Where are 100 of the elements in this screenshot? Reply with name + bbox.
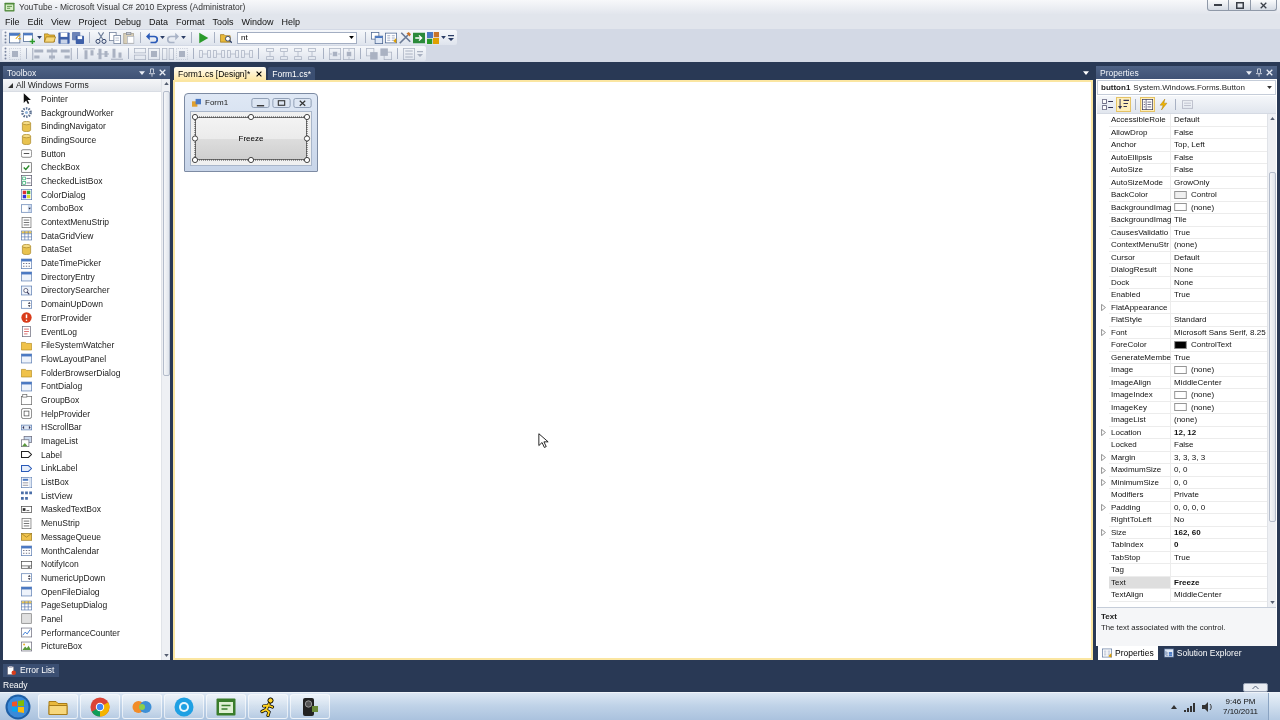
toolbox-item[interactable]: GroupBox xyxy=(3,393,161,407)
caret-down-icon[interactable] xyxy=(37,36,42,39)
property-name[interactable]: BackgroundImag xyxy=(1109,214,1171,227)
scroll-thumb[interactable] xyxy=(1268,172,1276,522)
toolbox-item[interactable]: HelpProvider xyxy=(3,406,161,421)
window-list-icon[interactable] xyxy=(385,31,397,44)
window-plus-icon[interactable] xyxy=(23,31,35,44)
property-name[interactable]: FlatStyle xyxy=(1109,314,1171,327)
speaker-icon[interactable] xyxy=(1202,700,1212,713)
object-selector[interactable]: button1 System.Windows.Forms.Button xyxy=(1097,80,1276,95)
property-name[interactable]: AccessibleRole xyxy=(1109,114,1171,127)
property-name[interactable]: ImageAlign xyxy=(1109,376,1171,389)
toolbar-button[interactable] xyxy=(1140,97,1155,112)
dropdown-caret-icon[interactable] xyxy=(349,36,354,39)
property-name[interactable]: Margin xyxy=(1109,451,1171,464)
property-value[interactable]: (none) xyxy=(1191,401,1215,413)
property-value[interactable]: 0 xyxy=(1174,539,1179,551)
menu-item[interactable]: Help xyxy=(277,16,304,27)
taskbar-button[interactable] xyxy=(290,694,330,719)
panel-tab[interactable]: Solution Explorer xyxy=(1159,646,1246,660)
toolbox-item[interactable]: ImageList xyxy=(3,434,161,448)
toolbar-button[interactable] xyxy=(1100,97,1115,112)
floppy-disks-icon[interactable] xyxy=(72,31,84,44)
toolbox-item[interactable]: MessageQueue xyxy=(3,530,161,544)
property-name[interactable]: BackgroundImag xyxy=(1109,201,1171,214)
property-value[interactable]: Default xyxy=(1174,114,1200,126)
caret-down-icon[interactable] xyxy=(160,36,165,39)
property-name[interactable]: ImageKey xyxy=(1109,401,1171,414)
menu-item[interactable]: Tools xyxy=(208,16,238,27)
property-value[interactable]: Microsoft Sans Serif, 8.25 xyxy=(1174,326,1266,338)
property-name[interactable]: TextAlign xyxy=(1109,589,1171,602)
property-value[interactable]: Default xyxy=(1174,251,1200,263)
find-combobox[interactable]: nt xyxy=(237,31,357,44)
property-value[interactable]: Tile xyxy=(1174,214,1187,226)
toolbox-item[interactable]: Button xyxy=(3,146,161,161)
property-value[interactable]: Standard xyxy=(1174,314,1207,326)
toolbox-item[interactable]: ContextMenuStrip xyxy=(3,215,161,229)
windows-stack-icon[interactable] xyxy=(371,31,383,44)
toolbox-item[interactable]: ErrorProvider xyxy=(3,311,161,325)
document-tab[interactable]: Form1.cs* xyxy=(268,67,315,80)
expand-arrow-icon[interactable] xyxy=(1100,329,1106,337)
property-name[interactable]: Image xyxy=(1109,364,1171,377)
toolbox-item[interactable]: MaskedTextBox xyxy=(3,502,161,517)
toolbox-item[interactable]: HScrollBar xyxy=(3,420,161,435)
error-list-tab[interactable]: Error List xyxy=(3,663,60,677)
property-value[interactable]: True xyxy=(1174,351,1191,363)
toolbox-item[interactable]: ComboBox xyxy=(3,201,161,216)
maximize-button[interactable] xyxy=(1229,0,1251,11)
property-name[interactable]: Anchor xyxy=(1109,139,1171,152)
property-value[interactable]: False xyxy=(1174,164,1194,176)
property-name[interactable]: Dock xyxy=(1109,276,1171,289)
toolbox-item[interactable]: ColorDialog xyxy=(3,187,161,202)
property-value[interactable]: MiddleCenter xyxy=(1174,589,1222,601)
minimize-button[interactable] xyxy=(1207,0,1229,11)
copy-pages-icon[interactable] xyxy=(109,31,121,44)
folder-magnifier-icon[interactable] xyxy=(220,31,232,44)
property-name[interactable]: ImageIndex xyxy=(1109,389,1171,402)
property-name[interactable]: Modifiers xyxy=(1109,489,1171,502)
toolbox-item[interactable]: FlowLayoutPanel xyxy=(3,352,161,366)
toolbox-item[interactable]: BackgroundWorker xyxy=(3,105,161,120)
property-value[interactable]: True xyxy=(1174,551,1191,563)
menu-item[interactable]: View xyxy=(47,16,75,27)
property-value[interactable]: (none) xyxy=(1174,414,1198,426)
property-value[interactable]: 162, 60 xyxy=(1174,526,1201,538)
toolbox-item[interactable]: PageSetupDialog xyxy=(3,598,161,613)
toolbox-item[interactable]: FolderBrowserDialog xyxy=(3,365,161,380)
scroll-up-icon[interactable] xyxy=(1269,117,1275,120)
property-value[interactable]: True xyxy=(1174,226,1191,238)
property-value[interactable]: (none) xyxy=(1191,201,1215,213)
property-name[interactable]: RightToLeft xyxy=(1109,514,1171,527)
property-value[interactable]: Freeze xyxy=(1174,576,1200,588)
property-value[interactable]: MiddleCenter xyxy=(1174,376,1222,388)
up-caret-tab-icon[interactable] xyxy=(1243,683,1268,692)
property-value[interactable]: None xyxy=(1174,276,1194,288)
property-name[interactable]: MinimumSize xyxy=(1109,476,1171,489)
caret-up-icon[interactable] xyxy=(1171,704,1177,709)
arrow-window-icon[interactable] xyxy=(413,31,425,44)
toolbox-item[interactable]: CheckedListBox xyxy=(3,174,161,188)
expand-arrow-icon[interactable] xyxy=(1100,454,1106,462)
property-name[interactable]: Tag xyxy=(1109,564,1171,577)
signal-bars-icon[interactable] xyxy=(1184,701,1195,712)
clock-time[interactable]: 9:46 PM xyxy=(1225,696,1256,707)
property-name[interactable]: Enabled xyxy=(1109,289,1171,302)
toolbox-item[interactable]: Label xyxy=(3,447,161,462)
scrollbar[interactable] xyxy=(1267,114,1276,607)
property-name[interactable]: AutoSize xyxy=(1109,164,1171,177)
toolbox-item[interactable]: BindingSource xyxy=(3,133,161,147)
scroll-up-icon[interactable] xyxy=(163,82,169,85)
panel-tab[interactable]: Properties xyxy=(1098,646,1158,660)
toolbox-item[interactable]: DirectoryEntry xyxy=(3,269,161,284)
property-value[interactable]: Control xyxy=(1191,189,1217,201)
toolbox-item[interactable]: NotifyIcon xyxy=(3,557,161,572)
toolbox-item[interactable]: ListBox xyxy=(3,475,161,489)
toolbox-item[interactable]: BindingNavigator xyxy=(3,119,161,134)
dropdown-caret-icon[interactable] xyxy=(1246,70,1252,75)
property-name[interactable]: Size xyxy=(1109,526,1171,539)
property-value[interactable]: (none) xyxy=(1191,364,1215,376)
toolbox-item[interactable]: NumericUpDown xyxy=(3,571,161,585)
toolbox-item[interactable]: Panel xyxy=(3,612,161,626)
play-icon[interactable] xyxy=(197,31,209,44)
